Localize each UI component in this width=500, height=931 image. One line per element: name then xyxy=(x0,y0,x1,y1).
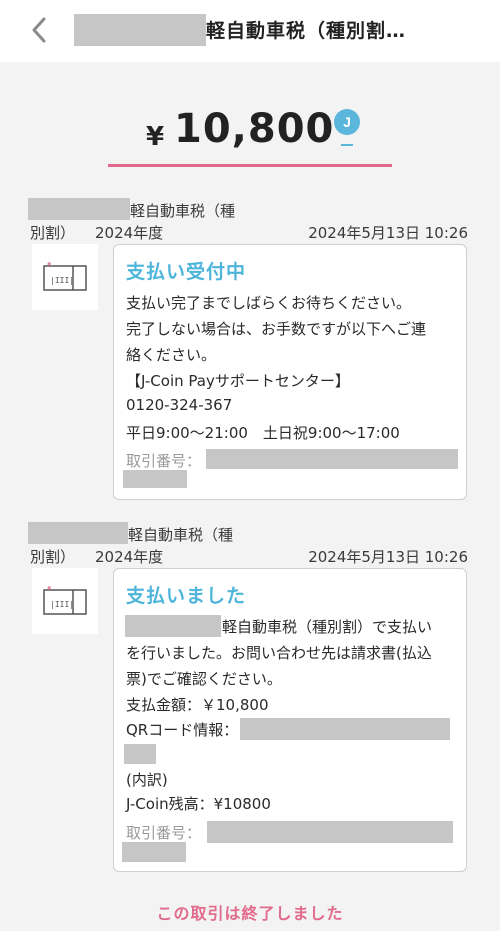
payment-amount: 支払金額：￥10,800 xyxy=(126,696,269,714)
transaction-complete-message: この取引は終了しました xyxy=(156,904,344,923)
redacted-qr-info xyxy=(124,744,156,764)
j-coin-balance: J-Coin残高：¥10800 xyxy=(126,795,271,813)
redacted-merchant-name xyxy=(28,522,128,544)
support-hours: 平日9:00～21:00 土日祝9:00～17:00 xyxy=(126,424,400,442)
redacted-transaction-number xyxy=(206,449,458,469)
transaction-name: 軽自動車税（種 xyxy=(130,202,236,220)
amount-display: ¥ 10,800 J xyxy=(108,104,392,167)
app-header: 軽自動車税（種別割… xyxy=(0,0,500,62)
amount-value: 10,800 xyxy=(174,106,335,152)
support-phone: 0120-324-367 xyxy=(126,396,233,414)
transaction-number-label: 取引番号： xyxy=(126,824,202,842)
card-text-line: 軽自動車税（種別割）で支払い xyxy=(222,618,433,636)
status-title: 支払い受付中 xyxy=(126,261,247,283)
qr-code-label: QRコード情報： xyxy=(126,721,239,739)
status-title: 支払いました xyxy=(126,585,247,607)
card-text-line: 完了しない場合は、お手数ですが以下へご連 xyxy=(126,320,427,338)
fiscal-year: 2024年度 xyxy=(95,224,164,242)
redacted-merchant-name xyxy=(28,198,130,220)
transaction-name-cont: 別割） xyxy=(30,548,76,566)
redacted-qr-info xyxy=(240,718,450,740)
page-title: 軽自動車税（種別割… xyxy=(206,20,407,42)
ticket-icon: ¥ |III| xyxy=(43,262,87,291)
ticket-icon: ¥ |III| xyxy=(43,586,87,615)
coin-underline xyxy=(341,144,353,146)
svg-text:|III|: |III| xyxy=(50,276,74,285)
currency-symbol: ¥ xyxy=(146,122,165,152)
transaction-datetime: 2024年5月13日 10:26 xyxy=(308,548,468,566)
j-coin-icon: J xyxy=(334,109,360,135)
ticket-thumbnail: ¥ |III| xyxy=(32,244,98,310)
svg-text:¥: ¥ xyxy=(47,262,52,268)
svg-text:|III|: |III| xyxy=(50,600,74,609)
fiscal-year: 2024年度 xyxy=(95,548,164,566)
transaction-card: 支払い受付中 支払い完了までしばらくお待ちください。 完了しない場合は、お手数で… xyxy=(113,244,467,500)
redacted-transaction-number xyxy=(207,821,453,843)
coin-letter: J xyxy=(343,114,351,130)
ticket-thumbnail: ¥ |III| xyxy=(32,568,98,634)
redacted-merchant-name xyxy=(74,14,206,46)
chevron-left-icon xyxy=(32,17,46,43)
transaction-datetime: 2024年5月13日 10:26 xyxy=(308,224,468,242)
card-text-line: 支払い完了までしばらくお待ちください。 xyxy=(126,294,412,312)
card-text-line: 【J-Coin Payサポートセンター】 xyxy=(126,372,350,390)
svg-text:¥: ¥ xyxy=(47,586,52,592)
transaction-number-label: 取引番号： xyxy=(126,452,202,470)
breakdown-label: (内訳) xyxy=(126,771,168,789)
card-text-line: を行いました。お問い合わせ先は請求書(払込 xyxy=(126,644,432,662)
redacted-merchant-name xyxy=(125,615,221,637)
redacted-transaction-number xyxy=(123,470,187,488)
card-text-line: 絡ください。 xyxy=(126,346,217,364)
redacted-transaction-number xyxy=(122,842,186,862)
transaction-name: 軽自動車税（種 xyxy=(128,526,234,544)
back-button[interactable] xyxy=(24,14,54,46)
transaction-card: 支払いました 軽自動車税（種別割）で支払い を行いました。お問い合わせ先は請求書… xyxy=(113,568,467,872)
card-text-line: 票)でご確認ください。 xyxy=(126,670,282,688)
transaction-name-cont: 別割） xyxy=(30,224,76,242)
